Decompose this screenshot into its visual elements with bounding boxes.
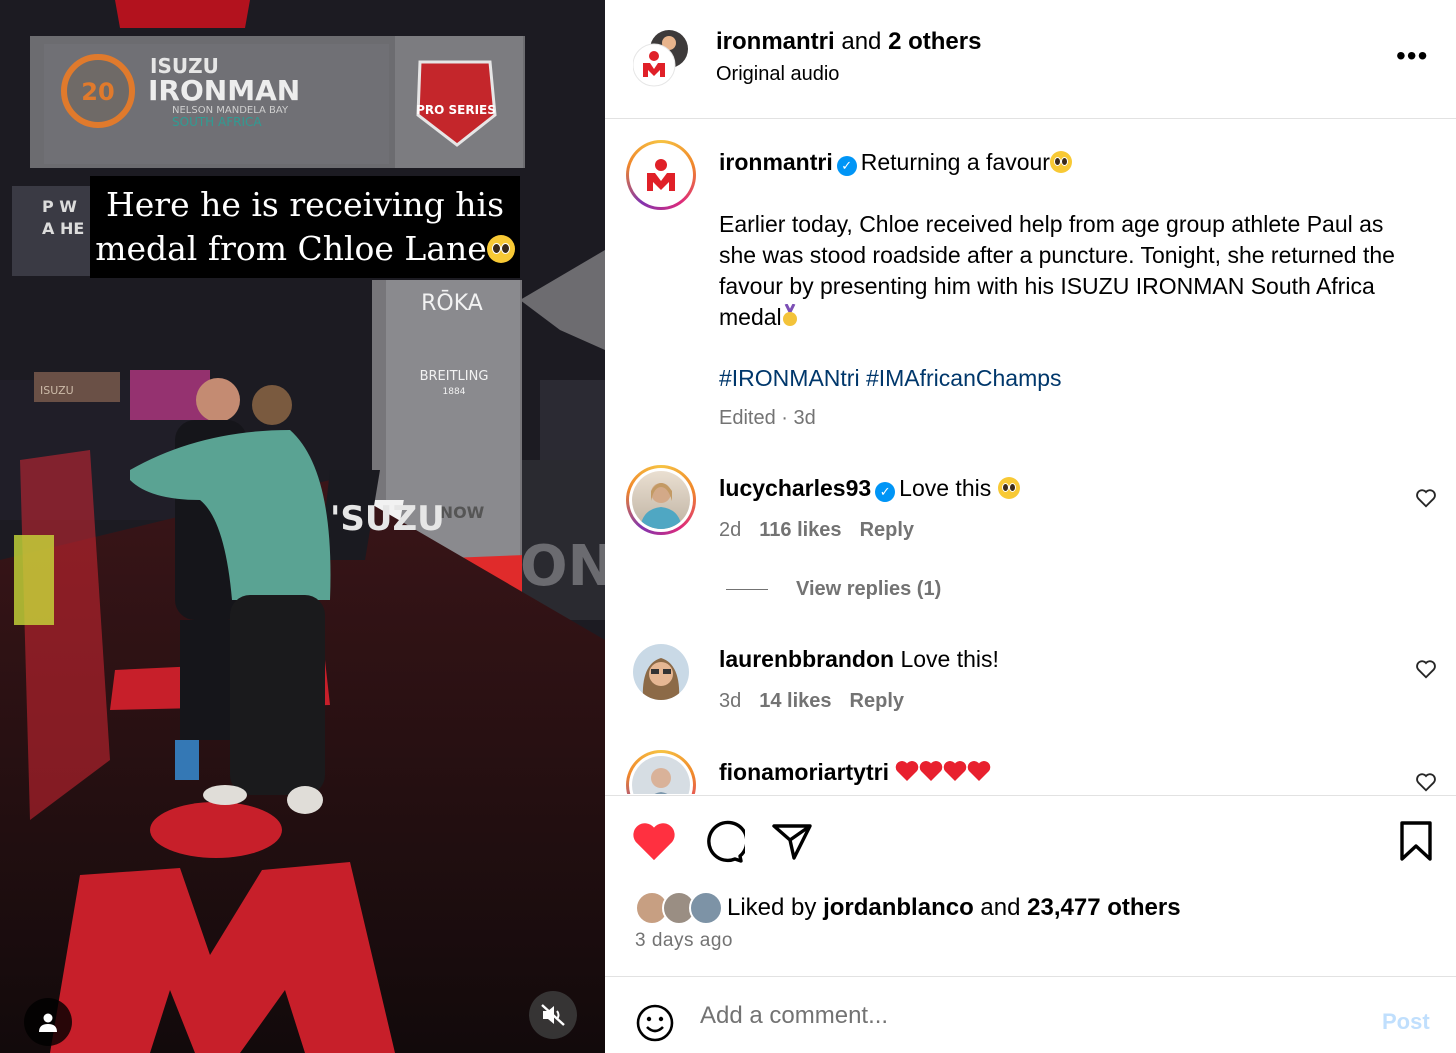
comment-3-username[interactable]: fionamoriartytri (719, 759, 889, 785)
breitling-year: 1884 (443, 387, 466, 397)
caption-title-line: ironmantri ✓ Returning a favour (719, 147, 1072, 178)
board-isuzu: ISUZU (40, 384, 74, 397)
liked-by-user-link[interactable]: jordanblanco (823, 894, 974, 922)
likers-avatars[interactable] (635, 891, 725, 925)
header-others-link[interactable]: 2 others (888, 28, 981, 55)
reel-video[interactable]: 20 ISUZU IRONMAN NELSON MANDELA BAY SOUT… (0, 0, 605, 1053)
comments-scroll-area[interactable]: ironmantri ✓ Returning a favour Earlier to… (605, 120, 1456, 794)
screen-text-1: P W (42, 197, 77, 216)
caption-body-block: Earlier today, Chloe received help from … (719, 209, 1419, 333)
verified-badge-icon: ✓ (836, 156, 857, 176)
caption-body: Earlier today, Chloe received help from … (719, 211, 1395, 330)
instagram-post-view: 20 ISUZU IRONMAN NELSON MANDELA BAY SOUT… (0, 0, 1456, 1053)
video-frame: 20 ISUZU IRONMAN NELSON MANDELA BAY SOUT… (0, 0, 605, 1053)
comment-2-like-heart-icon[interactable] (1415, 658, 1437, 680)
post-header: ironmantri and 2 others Original audio •… (605, 0, 1456, 119)
now-sign: NOW (440, 503, 485, 522)
roka-sign: RŌKA (421, 290, 483, 316)
avatar-photo (640, 483, 682, 529)
heart-filled-icon[interactable] (631, 820, 677, 862)
caption-line-1: Here he is receiving his (105, 185, 505, 224)
pleading-face-icon (1049, 151, 1072, 173)
comment-1-like-heart-icon[interactable] (1415, 487, 1437, 509)
screen-text-2: A HE (42, 219, 84, 238)
comment-1-line: lucycharles93 ✓ Love this (719, 473, 1020, 504)
view-replies-button[interactable]: View replies (1) (726, 578, 941, 601)
post-timestamp[interactable]: 3 days ago (635, 930, 733, 952)
more-options-button[interactable]: ••• (1396, 42, 1428, 70)
comment-1-time: 2d (719, 519, 742, 541)
hashtag-link-ironmantri[interactable]: #IRONMANtri (719, 365, 860, 391)
person-icon (39, 1013, 57, 1032)
comment-1-likes[interactable]: 116 likes (759, 519, 841, 541)
header-title: ironmantri and 2 others (716, 28, 981, 56)
caption-username[interactable]: ironmantri (719, 149, 833, 175)
caption-hashtags: #IRONMANtri #IMAfricanChamps (719, 363, 1062, 394)
ironman-logo-icon (647, 159, 675, 191)
post-comment-button[interactable]: Post (1382, 1009, 1430, 1035)
avatar-photo (651, 768, 671, 794)
comment-1-text: Love this (899, 475, 998, 501)
header-joiner: and (834, 28, 889, 55)
medal-icon (782, 303, 797, 326)
comment-2-username[interactable]: laurenbbrandon (719, 646, 894, 672)
verified-badge-icon: ✓ (875, 482, 896, 502)
ironmantri-avatar[interactable] (626, 140, 696, 210)
header-account-link[interactable]: ironmantri (716, 28, 835, 55)
red-hearts-icon (895, 757, 995, 788)
smiley-icon[interactable] (635, 1003, 675, 1043)
hashtag-link-imafricanchamps[interactable]: #IMAfricanChamps (866, 365, 1062, 391)
caption-line-2-wrap: medal from Chloe Lane (90, 227, 520, 271)
video-caption-overlay: Here he is receiving his medal from Chlo… (90, 176, 520, 278)
comment-1-meta: 2d 116 likes Reply (719, 519, 914, 542)
ironman-sign: IRONMAN (148, 74, 300, 107)
fionamoriartytri-avatar[interactable] (626, 750, 696, 794)
caption-title: Returning a favour (860, 149, 1050, 175)
more-horizontal-icon: ••• (1396, 40, 1429, 71)
comment-3-line: fionamoriartytri (719, 757, 995, 788)
pleading-face-icon (997, 477, 1020, 499)
pleading-face-icon (486, 235, 515, 263)
comment-3-like-heart-icon[interactable] (1415, 771, 1437, 793)
add-comment-bar: Post (605, 977, 1456, 1053)
post-details-pane: ironmantri and 2 others Original audio •… (605, 0, 1456, 1053)
liked-by-joiner: and (973, 894, 1028, 921)
tagged-users-button[interactable] (24, 998, 72, 1046)
avatar-photo (633, 644, 689, 700)
comment-2-line: laurenbbrandon Love this! (719, 644, 999, 675)
original-audio-link[interactable]: Original audio (716, 63, 839, 86)
comment-1-username[interactable]: lucycharles93 (719, 475, 871, 501)
add-comment-input[interactable] (700, 999, 1350, 1033)
paper-plane-icon[interactable] (770, 820, 814, 864)
caption-line-2: medal from Chloe Lane (95, 229, 487, 268)
bookmark-icon[interactable] (1399, 820, 1433, 862)
pro-series-sign: PRO SERIES (416, 103, 496, 117)
comment-1-reply-button[interactable]: Reply (860, 519, 914, 541)
svg-text:ON: ON (520, 534, 605, 599)
laurenbbrandon-avatar[interactable] (633, 644, 689, 700)
comment-2-likes[interactable]: 14 likes (759, 690, 831, 712)
comment-2-time: 3d (719, 690, 742, 712)
floor-text: 'SUZU (330, 499, 445, 539)
liker-avatar (689, 891, 723, 925)
comment-2-reply-button[interactable]: Reply (850, 690, 904, 712)
comment-icon[interactable] (701, 820, 745, 864)
speaker-muted-icon (541, 1004, 565, 1026)
comment-2-meta: 3d 14 likes Reply (719, 690, 904, 713)
breitling-sign: BREITLING (420, 369, 489, 384)
likes-summary: Liked by jordanblanco and 23,477 others (635, 891, 1181, 925)
badge-20-text: 20 (81, 78, 114, 106)
liked-by-count-link[interactable]: 23,477 others (1027, 894, 1180, 922)
caption-meta: Edited · 3d (719, 407, 816, 429)
header-avatar-stack[interactable] (633, 29, 689, 87)
country-sign: SOUTH AFRICA (172, 115, 262, 129)
lucycharles93-avatar[interactable] (626, 465, 696, 535)
liked-by-prefix: Liked by (727, 894, 824, 921)
mute-toggle-button[interactable] (529, 991, 577, 1039)
comment-2-text: Love this! (900, 646, 999, 672)
